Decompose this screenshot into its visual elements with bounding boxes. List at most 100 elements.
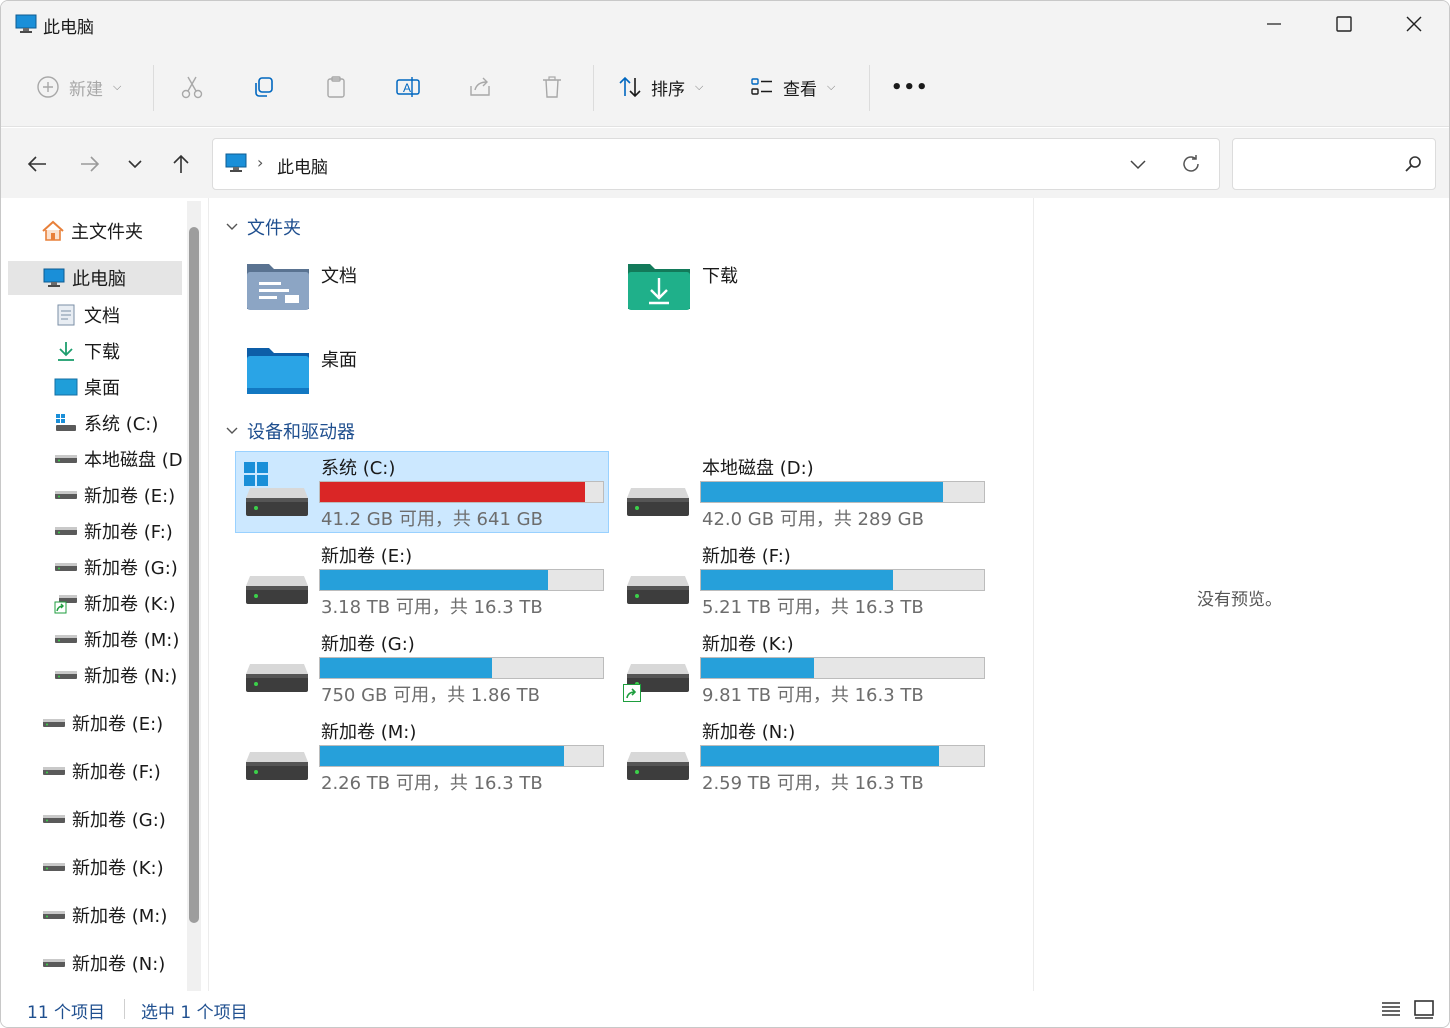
drive-tile[interactable]: 新加卷 (M:) 2.26 TB 可用，共 16.3 TB [235,715,609,797]
folder-documents[interactable]: 文档 [245,258,605,328]
drive-capacity-text: 2.59 TB 可用，共 16.3 TB [702,773,924,794]
toolbar-divider [153,65,154,111]
share-button[interactable] [467,67,493,107]
sidebar-item-label: 系统 (C:) [84,414,159,435]
minimize-button[interactable] [1239,1,1309,47]
sidebar-item-home[interactable]: 主文件夹 [41,214,143,248]
drive-tile[interactable]: 本地磁盘 (D:) 42.0 GB 可用，共 289 GB [616,451,990,533]
sidebar-item-drive-g[interactable]: 新加卷 (G:) [54,550,178,584]
close-button[interactable] [1379,1,1449,47]
drive-icon [244,638,310,698]
file-list: 文件夹 文档 下载 桌面 设备和驱动器 系统 (C:) 41.2 GB 可用，共… [213,198,1033,991]
sidebar-drive-k[interactable]: 新加卷 (K:) [42,850,164,884]
scrollbar-thumb[interactable] [189,227,199,923]
large-icons-view-icon[interactable] [1412,997,1436,1021]
sidebar-item-this-pc[interactable]: 此电脑 [8,261,182,295]
drive-name: 新加卷 (N:) [702,722,796,743]
sidebar-item-label: 新加卷 (G:) [84,558,178,579]
maximize-button[interactable] [1309,1,1379,47]
arrow-up-icon [173,154,189,173]
chevron-down-icon: ⌵ [113,80,122,93]
drive-usage-bar [700,481,985,503]
drive-icon [625,726,691,786]
downloads-icon [54,340,78,362]
sidebar-drive-g[interactable]: 新加卷 (G:) [42,802,166,836]
sidebar-drive-n[interactable]: 新加卷 (N:) [42,946,165,980]
address-bar[interactable]: › 此电脑 [212,138,1220,190]
sort-button[interactable]: 排序 ⌵ [617,67,703,107]
sidebar-drive-e[interactable]: 新加卷 (E:) [42,706,163,740]
sidebar-item-drive-m[interactable]: 新加卷 (M:) [54,622,179,656]
chevron-down-icon[interactable] [1127,153,1149,175]
search-box[interactable] [1232,138,1436,190]
delete-button[interactable] [539,67,565,107]
up-button[interactable] [167,150,195,178]
sidebar-drive-f[interactable]: 新加卷 (F:) [42,754,161,788]
more-options-button[interactable]: ••• [891,67,929,107]
sidebar-item-drive-k[interactable]: 新加卷 (K:) [54,586,176,620]
downloads-folder-icon [628,264,690,310]
sidebar-item-downloads[interactable]: 下载 [54,334,120,368]
chevron-down-icon: ⌵ [827,80,836,93]
drive-tile[interactable]: 新加卷 (K:) 9.81 TB 可用，共 16.3 TB [616,627,990,709]
sidebar-item-drive-f[interactable]: 新加卷 (F:) [54,514,173,548]
paste-button[interactable] [323,67,349,107]
drive-tile[interactable]: 新加卷 (E:) 3.18 TB 可用，共 16.3 TB [235,539,609,621]
this-pc-icon [42,267,66,289]
share-icon [470,77,490,96]
desktop-icon [54,376,78,398]
sidebar-item-label: 主文件夹 [71,222,143,243]
section-title: 文件夹 [247,218,301,239]
drive-name: 新加卷 (F:) [702,546,791,567]
drive-usage-bar [319,481,604,503]
drives-section-header[interactable]: 设备和驱动器 [225,418,355,444]
rename-button[interactable]: A [395,67,421,107]
back-button[interactable] [23,150,51,178]
drive-icon [54,628,78,650]
folders-section-header[interactable]: 文件夹 [225,214,301,240]
drive-icon [42,952,66,974]
sidebar-item-label: 桌面 [84,378,120,399]
cut-button[interactable] [179,67,205,107]
sidebar-item-desktop[interactable]: 桌面 [54,370,120,404]
drive-capacity-text: 9.81 TB 可用，共 16.3 TB [702,685,924,706]
maximize-icon [1336,16,1352,32]
sidebar-item-label: 下载 [84,342,120,363]
drive-name: 新加卷 (G:) [321,634,415,655]
view-button[interactable]: 查看 ⌵ [749,67,835,107]
drive-tile[interactable]: 新加卷 (N:) 2.59 TB 可用，共 16.3 TB [616,715,990,797]
drive-tile[interactable]: 系统 (C:) 41.2 GB 可用，共 641 GB [235,451,609,533]
folder-name: 下载 [702,266,738,287]
sidebar-scrollbar[interactable] [187,201,201,991]
sidebar-item-documents[interactable]: 文档 [54,298,120,332]
chevron-down-icon [226,223,238,230]
breadcrumb[interactable]: 此电脑 [277,153,328,178]
folder-downloads[interactable]: 下载 [626,258,986,328]
view-label: 查看 [783,79,817,100]
sidebar-item-drive-n[interactable]: 新加卷 (N:) [54,658,177,692]
new-button[interactable]: 新建 ⌵ [35,67,121,107]
sidebar-drive-m[interactable]: 新加卷 (M:) [42,898,167,932]
sidebar-item-drive-d[interactable]: 本地磁盘 (D [54,442,184,476]
title-bar: 此电脑 [1,1,1449,49]
details-view-icon[interactable] [1379,997,1403,1021]
drive-tile[interactable]: 新加卷 (G:) 750 GB 可用，共 1.86 TB [235,627,609,709]
selected-count: 选中 1 个项目 [141,1003,248,1023]
chevron-down-icon [226,427,238,434]
copy-button[interactable] [251,67,277,107]
folder-desktop[interactable]: 桌面 [245,342,605,412]
drive-usage-fill [701,482,943,502]
drive-tile[interactable]: 新加卷 (F:) 5.21 TB 可用，共 16.3 TB [616,539,990,621]
share-badge-icon [623,684,641,702]
folder-name: 文档 [321,266,357,287]
arrow-right-icon [81,156,100,172]
recent-locations-button[interactable] [121,150,149,178]
refresh-icon[interactable] [1179,152,1203,176]
forward-button[interactable] [76,150,104,178]
preview-empty-text: 没有预览。 [1197,590,1282,610]
sidebar-item-drive-c[interactable]: 系统 (C:) [54,406,158,440]
close-icon [1406,16,1422,32]
sidebar-item-drive-e[interactable]: 新加卷 (E:) [54,478,175,512]
window-title: 此电脑 [43,18,94,38]
drive-icon [54,484,78,506]
